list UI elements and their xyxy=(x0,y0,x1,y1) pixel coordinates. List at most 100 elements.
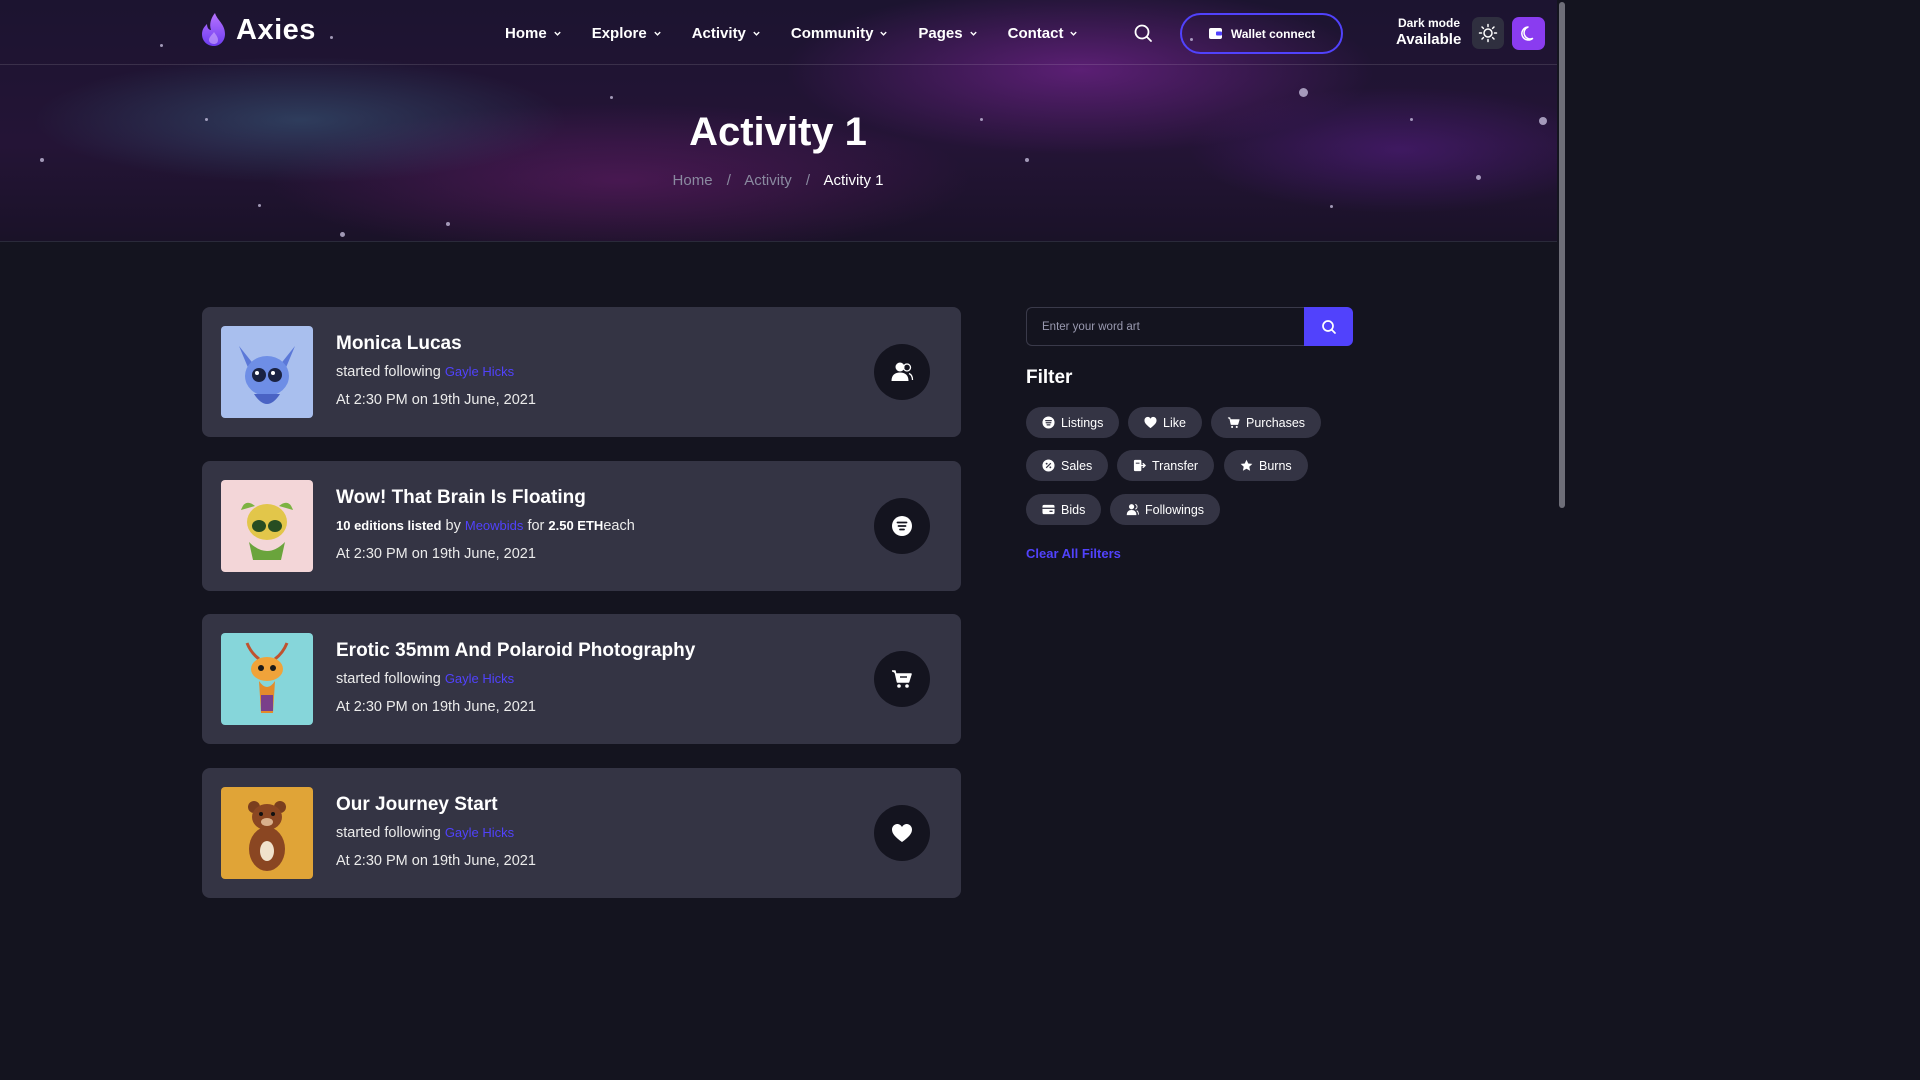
filter-chip-followings[interactable]: Followings xyxy=(1110,494,1221,525)
users-icon xyxy=(1126,504,1139,516)
nav-community-label: Community xyxy=(790,24,874,42)
clear-filters-link[interactable]: Clear All Filters xyxy=(1026,546,1121,561)
site-header: Axies Home Explore Activity Community Pa… xyxy=(0,0,1568,65)
wallet-connect-button[interactable]: Wallet connect xyxy=(1180,13,1343,54)
activity-time: At 2:30 PM on 19th June, 2021 xyxy=(336,853,536,869)
activity-type-button[interactable] xyxy=(874,344,930,400)
breadcrumb-separator: / xyxy=(726,172,731,189)
flame-logo-icon xyxy=(202,13,225,46)
activity-price: 2.50 ETH xyxy=(548,518,604,533)
activity-card[interactable]: Monica Lucas started following Gayle Hic… xyxy=(202,307,961,437)
chevron-down-icon xyxy=(1070,31,1078,36)
main-nav: Home Explore Activity Community Pages Co… xyxy=(505,22,1108,44)
cart-icon xyxy=(892,670,912,688)
activity-card[interactable]: Wow! That Brain Is Floating 10 editions … xyxy=(202,461,961,591)
activity-description: 10 editions listed by Meowbids for 2.50 … xyxy=(336,518,635,534)
wallet-icon xyxy=(1208,28,1222,39)
nav-contact-label: Contact xyxy=(1007,24,1064,42)
activity-title[interactable]: Erotic 35mm And Polaroid Photography xyxy=(336,640,695,662)
dark-mode-label: Dark mode Available xyxy=(1396,16,1462,49)
moon-icon xyxy=(1520,25,1533,41)
activity-thumbnail[interactable] xyxy=(221,480,313,572)
blue-creature-image xyxy=(221,326,313,418)
page-scrollbar[interactable] xyxy=(1557,0,1568,882)
activity-description: started following Gayle Hicks xyxy=(336,364,514,380)
search-field[interactable] xyxy=(1026,307,1304,346)
breadcrumb-current: Activity 1 xyxy=(823,172,884,189)
scrollbar-thumb[interactable] xyxy=(1559,2,1565,508)
activity-by-text: by xyxy=(445,518,461,534)
activity-type-button[interactable] xyxy=(874,805,930,861)
filter-chip-purchases[interactable]: Purchases xyxy=(1211,407,1322,438)
breadcrumb-separator: / xyxy=(805,172,811,189)
activity-action-text: started following xyxy=(336,671,441,687)
transfer-icon xyxy=(1133,459,1146,472)
filter-chip-label: Bids xyxy=(1061,502,1086,517)
chevron-down-icon xyxy=(880,31,888,36)
activity-thumbnail[interactable] xyxy=(221,326,313,418)
search-submit-button[interactable] xyxy=(1304,307,1353,346)
heart-icon xyxy=(892,824,912,842)
dark-mode-line1: Dark mode xyxy=(1397,16,1460,30)
activity-each-text: each xyxy=(603,518,635,534)
nav-explore[interactable]: Explore xyxy=(592,22,662,44)
activity-thumbnail[interactable] xyxy=(221,787,313,879)
light-mode-toggle[interactable] xyxy=(1472,17,1504,49)
orange-creature-image xyxy=(221,633,313,725)
filter-chip-listings[interactable]: Listings xyxy=(1026,407,1120,438)
search-icon xyxy=(1321,319,1336,334)
activity-title[interactable]: Our Journey Start xyxy=(336,794,498,816)
activity-action-text: started following xyxy=(336,364,441,380)
activity-card[interactable]: Our Journey Start started following Gayl… xyxy=(202,768,961,898)
page-title: Activity 1 xyxy=(689,110,867,154)
brand-logo[interactable]: Axies xyxy=(200,12,316,48)
activity-title[interactable]: Monica Lucas xyxy=(336,333,462,355)
activity-type-button[interactable] xyxy=(874,651,930,707)
filter-chip-transfer[interactable]: Transfer xyxy=(1117,450,1215,481)
activity-card[interactable]: Erotic 35mm And Polaroid Photography sta… xyxy=(202,614,961,744)
activity-user-link[interactable]: Meowbids xyxy=(465,518,524,533)
dark-mode-toggle[interactable] xyxy=(1512,17,1545,50)
activity-user-link[interactable]: Gayle Hicks xyxy=(445,671,514,686)
heart-icon xyxy=(1144,416,1157,429)
activity-description: started following Gayle Hicks xyxy=(336,825,514,841)
search-input[interactable] xyxy=(1027,308,1304,345)
activity-user-link[interactable]: Gayle Hicks xyxy=(445,364,514,379)
nav-activity[interactable]: Activity xyxy=(692,22,761,44)
filter-chip-label: Burns xyxy=(1259,458,1292,473)
filter-chip-label: Sales xyxy=(1061,458,1093,473)
nav-home[interactable]: Home xyxy=(505,22,562,44)
activity-type-button[interactable] xyxy=(874,498,930,554)
listing-icon xyxy=(892,516,912,536)
brand-name: Axies xyxy=(236,13,316,46)
chevron-down-icon xyxy=(753,31,760,36)
activity-title[interactable]: Wow! That Brain Is Floating xyxy=(336,487,586,509)
filter-chip-label: Listings xyxy=(1061,415,1104,430)
activity-time: At 2:30 PM on 19th June, 2021 xyxy=(336,699,536,715)
activity-time: At 2:30 PM on 19th June, 2021 xyxy=(336,546,536,562)
nav-contact[interactable]: Contact xyxy=(1008,22,1079,44)
activity-user-link[interactable]: Gayle Hicks xyxy=(445,825,514,840)
chevron-down-icon xyxy=(553,31,561,36)
search-icon[interactable] xyxy=(1132,22,1154,44)
filter-chip-label: Followings xyxy=(1145,502,1205,517)
bear-image xyxy=(221,787,313,879)
chevron-down-icon xyxy=(654,31,661,36)
filter-chip-like[interactable]: Like xyxy=(1128,407,1202,438)
listing-icon xyxy=(1042,416,1055,429)
sale-icon xyxy=(1042,459,1055,472)
nav-community[interactable]: Community xyxy=(791,22,889,44)
filter-chip-label: Transfer xyxy=(1152,458,1199,473)
dark-mode-line2: Available xyxy=(1396,31,1462,48)
nav-explore-label: Explore xyxy=(591,24,647,42)
breadcrumb-home[interactable]: Home xyxy=(673,172,713,189)
breadcrumb-activity[interactable]: Activity xyxy=(744,172,792,189)
filter-chip-burns[interactable]: Burns xyxy=(1224,450,1308,481)
wallet-connect-label: Wallet connect xyxy=(1230,26,1316,41)
activity-thumbnail[interactable] xyxy=(221,633,313,725)
green-creature-image xyxy=(221,480,313,572)
filter-chip-bids[interactable]: Bids xyxy=(1026,494,1102,525)
star-icon xyxy=(1240,459,1253,471)
nav-pages[interactable]: Pages xyxy=(918,22,977,44)
filter-chip-sales[interactable]: Sales xyxy=(1026,450,1109,481)
